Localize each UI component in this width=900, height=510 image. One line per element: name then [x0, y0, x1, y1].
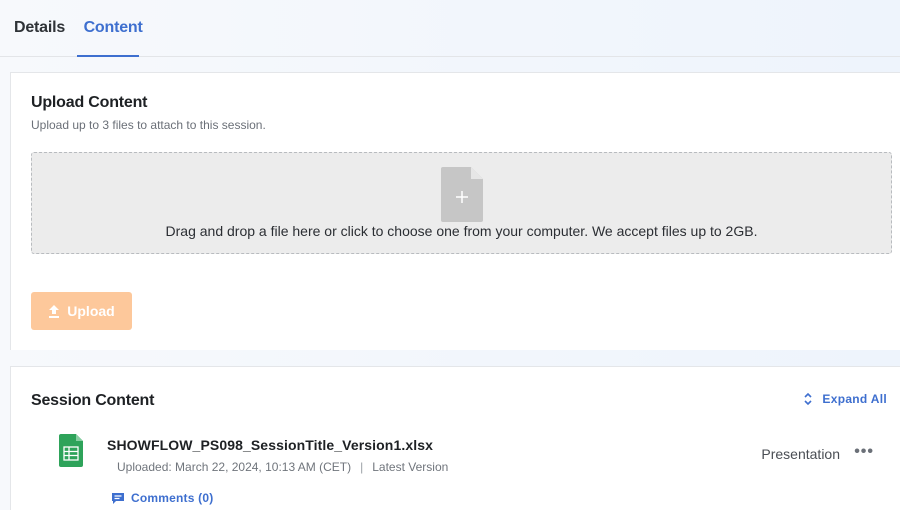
upload-arrow-icon [49, 304, 60, 318]
file-meta: Uploaded: March 22, 2024, 10:13 AM (CET)… [117, 460, 448, 474]
upload-button[interactable]: Upload [31, 292, 132, 330]
tab-content[interactable]: Content [77, 0, 143, 57]
upload-content-subtitle: Upload up to 3 files to attach to this s… [31, 118, 266, 132]
comment-icon [112, 492, 124, 504]
dropzone-text: Drag and drop a file here or click to ch… [165, 223, 758, 239]
more-options-icon[interactable]: ••• [854, 443, 874, 461]
upload-content-title: Upload Content [31, 94, 148, 111]
tab-bar: Details Content [0, 0, 900, 57]
file-name-link[interactable]: SHOWFLOW_PS098_SessionTitle_Version1.xls… [107, 437, 433, 453]
meta-separator: | [360, 460, 364, 474]
session-content-title: Session Content [31, 392, 155, 409]
upload-button-label: Upload [67, 303, 115, 319]
page: Details Content Upload Content Upload up… [0, 0, 900, 510]
comments-label: Comments (0) [131, 491, 214, 505]
upload-content-card: Upload Content Upload up to 3 files to a… [10, 72, 900, 350]
tab-details[interactable]: Details [0, 0, 77, 56]
expand-collapse-icon [804, 392, 812, 406]
expand-all-button[interactable]: Expand All [804, 392, 887, 406]
spreadsheet-icon [59, 434, 83, 467]
uploaded-date: Uploaded: March 22, 2024, 10:13 AM (CET) [117, 460, 352, 474]
expand-all-label: Expand All [822, 392, 887, 406]
session-content-card: Session Content Expand All SHOWFLOW_PS09… [10, 366, 900, 510]
version-label: Latest Version [372, 460, 449, 474]
file-plus-icon [441, 167, 483, 222]
file-type-label: Presentation [761, 446, 840, 462]
comments-link[interactable]: Comments (0) [111, 491, 213, 505]
file-dropzone[interactable]: Drag and drop a file here or click to ch… [31, 152, 892, 254]
